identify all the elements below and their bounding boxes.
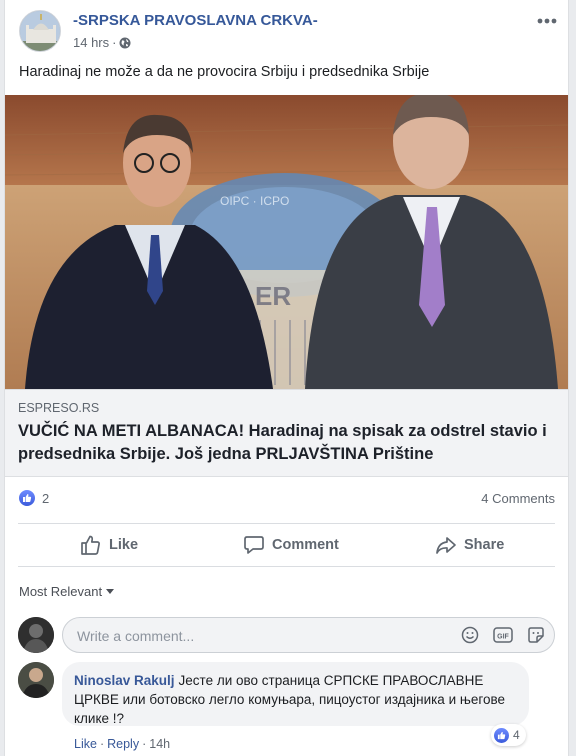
comment-box: GIF	[62, 617, 555, 654]
comment-button[interactable]: Comment	[243, 524, 339, 566]
separator: ·	[99, 737, 105, 751]
comment-author[interactable]: Ninoslav Rakulj	[74, 673, 175, 688]
page-avatar[interactable]	[19, 10, 61, 52]
thumbs-up-icon	[23, 494, 32, 502]
caret-down-icon	[106, 589, 115, 594]
post-card: -SRPSKA PRAVOSLAVNA CRKVA- 14 hrs · Harad…	[4, 0, 569, 756]
comment-sort-dropdown[interactable]: Most Relevant	[19, 584, 115, 599]
commenter-photo	[18, 662, 54, 698]
separator: ·	[142, 737, 147, 751]
church-icon	[20, 11, 60, 51]
svg-text:OIPC · ICPO: OIPC · ICPO	[220, 194, 289, 208]
thumbs-up-outline-icon	[81, 535, 100, 555]
svg-text:ER: ER	[255, 281, 291, 311]
link-title[interactable]: VUČIĆ NA METI ALBANACA! Haradinaj na spi…	[18, 420, 553, 466]
post-meta: 14 hrs ·	[73, 35, 131, 50]
comment-bubble: Ninoslav Rakulj Јесте ли ово страница СРП…	[62, 662, 529, 726]
emoji-icon[interactable]	[461, 626, 479, 644]
post-actions: Like Comment Share	[18, 523, 555, 567]
link-domain: ESPRESO.RS	[18, 401, 100, 415]
meta-separator: ·	[112, 35, 117, 50]
like-label: Like	[109, 537, 139, 553]
page-name[interactable]: -SRPSKA PRAVOSLAVNA CRKVA-	[73, 12, 318, 29]
comment-actions: Like · Reply · 14h	[74, 737, 170, 751]
comment-input[interactable]	[75, 618, 459, 654]
post-stats: 2 4 Comments	[18, 487, 555, 511]
comment-time[interactable]: 14h	[149, 737, 170, 751]
gif-icon[interactable]: GIF	[493, 626, 513, 644]
link-preview-image[interactable]: OIPC · ICPO ER	[5, 95, 568, 389]
link-photo: OIPC · ICPO ER	[5, 95, 568, 389]
comment-count[interactable]: 4 Comments	[481, 491, 555, 506]
post-text: Haradinaj ne može a da ne provocira Srbi…	[19, 64, 430, 80]
thumbs-up-icon	[497, 731, 506, 739]
like-button[interactable]: Like	[80, 524, 138, 566]
share-arrow-icon	[436, 537, 456, 554]
comment-reaction-count: 4	[513, 728, 520, 742]
post-time[interactable]: 14 hrs	[73, 35, 109, 50]
link-preview[interactable]: ESPRESO.RS VUČIĆ NA METI ALBANACA! Harad…	[5, 389, 568, 477]
more-options-icon[interactable]	[535, 14, 559, 28]
like-reaction-icon[interactable]	[18, 489, 36, 507]
current-user-avatar[interactable]	[18, 617, 54, 653]
sort-label: Most Relevant	[19, 584, 103, 599]
comment-label: Comment	[272, 537, 339, 553]
post-header: -SRPSKA PRAVOSLAVNA CRKVA- 14 hrs ·	[19, 10, 559, 52]
gif-label: GIF	[497, 634, 509, 641]
comment-reactions[interactable]: 4	[491, 724, 526, 746]
comment-reply-link[interactable]: Reply	[107, 737, 139, 751]
like-reaction-icon	[493, 726, 510, 744]
sticker-icon[interactable]	[527, 626, 545, 644]
user-photo	[18, 617, 54, 653]
share-label: Share	[464, 537, 505, 553]
comment-like-link[interactable]: Like	[74, 737, 97, 751]
commenter-avatar[interactable]	[18, 662, 54, 698]
share-button[interactable]: Share	[435, 524, 504, 566]
reaction-count[interactable]: 2	[42, 491, 49, 506]
speech-bubble-icon	[244, 536, 264, 554]
globe-icon[interactable]	[119, 37, 131, 49]
